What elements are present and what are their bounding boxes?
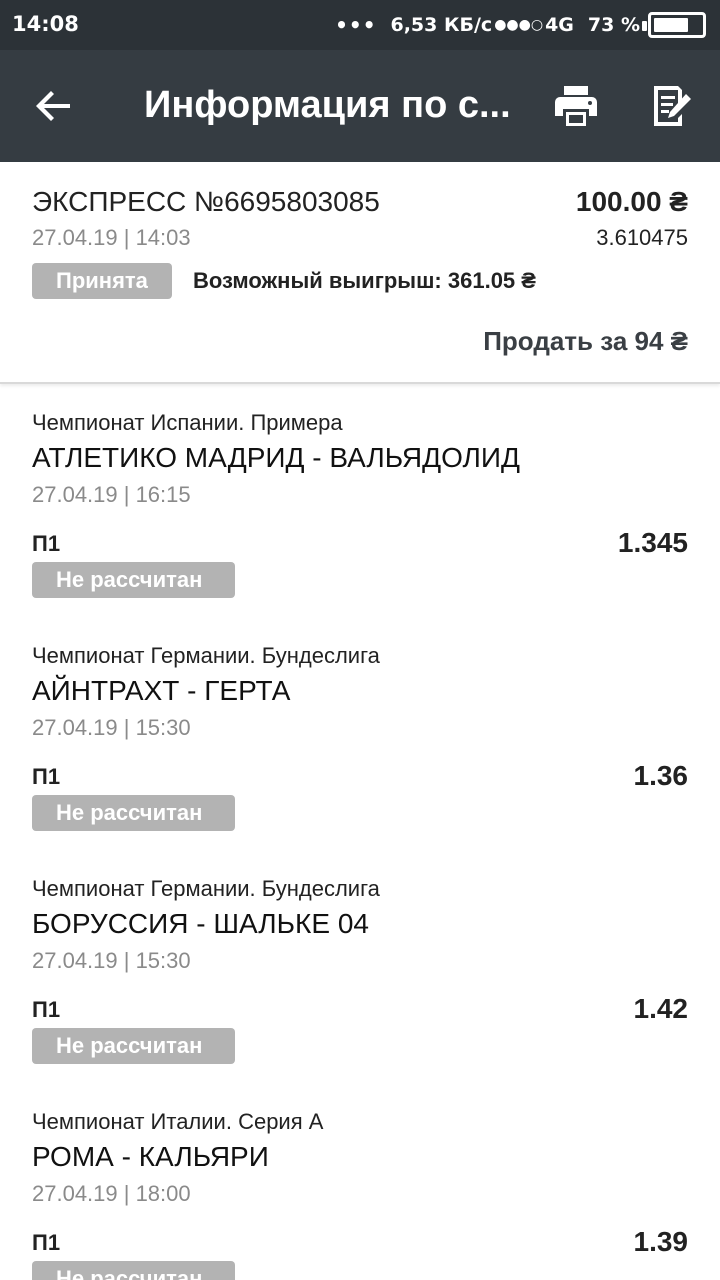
express-summary: ЭКСПРЕСС №6695803085 27.04.19 | 14:03 10… [0,162,720,384]
printer-icon[interactable] [552,82,600,130]
express-title: ЭКСПРЕСС №6695803085 [32,186,380,217]
event-item: Чемпионат Испании. Примера АТЛЕТИКО МАДР… [0,386,720,619]
event-odds: 1.42 [633,993,689,1024]
event-odds: 1.36 [633,760,689,791]
event-market: П1 [32,531,61,556]
status-time: 14:08 [12,12,79,36]
event-item: Чемпионат Германии. Бундеслига БОРУССИЯ … [0,852,720,1085]
event-datetime: 27.04.19 | 18:00 [32,1181,191,1206]
event-market: П1 [32,1230,61,1255]
total-coefficient: 3.610475 [596,225,688,250]
status-indicators: ••• 6,53 КБ/с ●●●○ 4G 73 % [335,12,706,38]
network-type: 4G [545,14,574,36]
note-edit-icon[interactable] [646,82,694,130]
arrow-left-icon[interactable] [32,84,76,128]
event-league: Чемпионат Германии. Бундеслига [32,876,380,901]
event-datetime: 27.04.19 | 16:15 [32,482,191,507]
stake-amount: 100.00 ₴ [575,186,688,217]
event-status-badge: Не рассчитан [32,562,235,598]
signal-icon: ●●●○ [494,17,544,33]
event-status-badge: Не рассчитан [32,795,235,831]
event-odds: 1.345 [617,527,688,558]
notification-dots: ••• [335,13,377,37]
event-league: Чемпионат Италии. Серия А [32,1109,324,1134]
event-match: АТЛЕТИКО МАДРИД - ВАЛЬЯДОЛИД [32,442,520,473]
battery-icon [642,12,706,38]
possible-win: Возможный выигрыш: 361.05 ₴ [193,268,536,293]
status-bar: 14:08 ••• 6,53 КБ/с ●●●○ 4G 73 % [0,0,720,50]
event-datetime: 27.04.19 | 15:30 [32,948,191,973]
sell-button[interactable]: Продать за 94 ₴ [483,326,688,357]
event-match: БОРУССИЯ - ШАЛЬКЕ 04 [32,908,369,939]
event-match: АЙНТРАХТ - ГЕРТА [32,675,291,706]
event-league: Чемпионат Испании. Примера [32,410,343,435]
network-speed: 6,53 КБ/с [390,14,493,36]
status-badge: Принята [32,263,172,299]
app-bar: Информация по с... [0,50,720,162]
event-item: Чемпионат Германии. Бундеслига АЙНТРАХТ … [0,619,720,852]
event-datetime: 27.04.19 | 15:30 [32,715,191,740]
event-status-badge: Не рассчитан [32,1028,235,1064]
event-status-badge: Не рассчитан [32,1261,235,1280]
event-match: РОМА - КАЛЬЯРИ [32,1141,269,1172]
battery-fill [654,18,688,32]
express-datetime: 27.04.19 | 14:03 [32,225,191,250]
battery-percent: 73 % [587,14,640,36]
event-market: П1 [32,997,61,1022]
event-item: Чемпионат Италии. Серия А РОМА - КАЛЬЯРИ… [0,1085,720,1280]
event-league: Чемпионат Германии. Бундеслига [32,643,380,668]
event-odds: 1.39 [633,1226,689,1257]
event-market: П1 [32,764,61,789]
page-title: Информация по с... [144,84,511,126]
